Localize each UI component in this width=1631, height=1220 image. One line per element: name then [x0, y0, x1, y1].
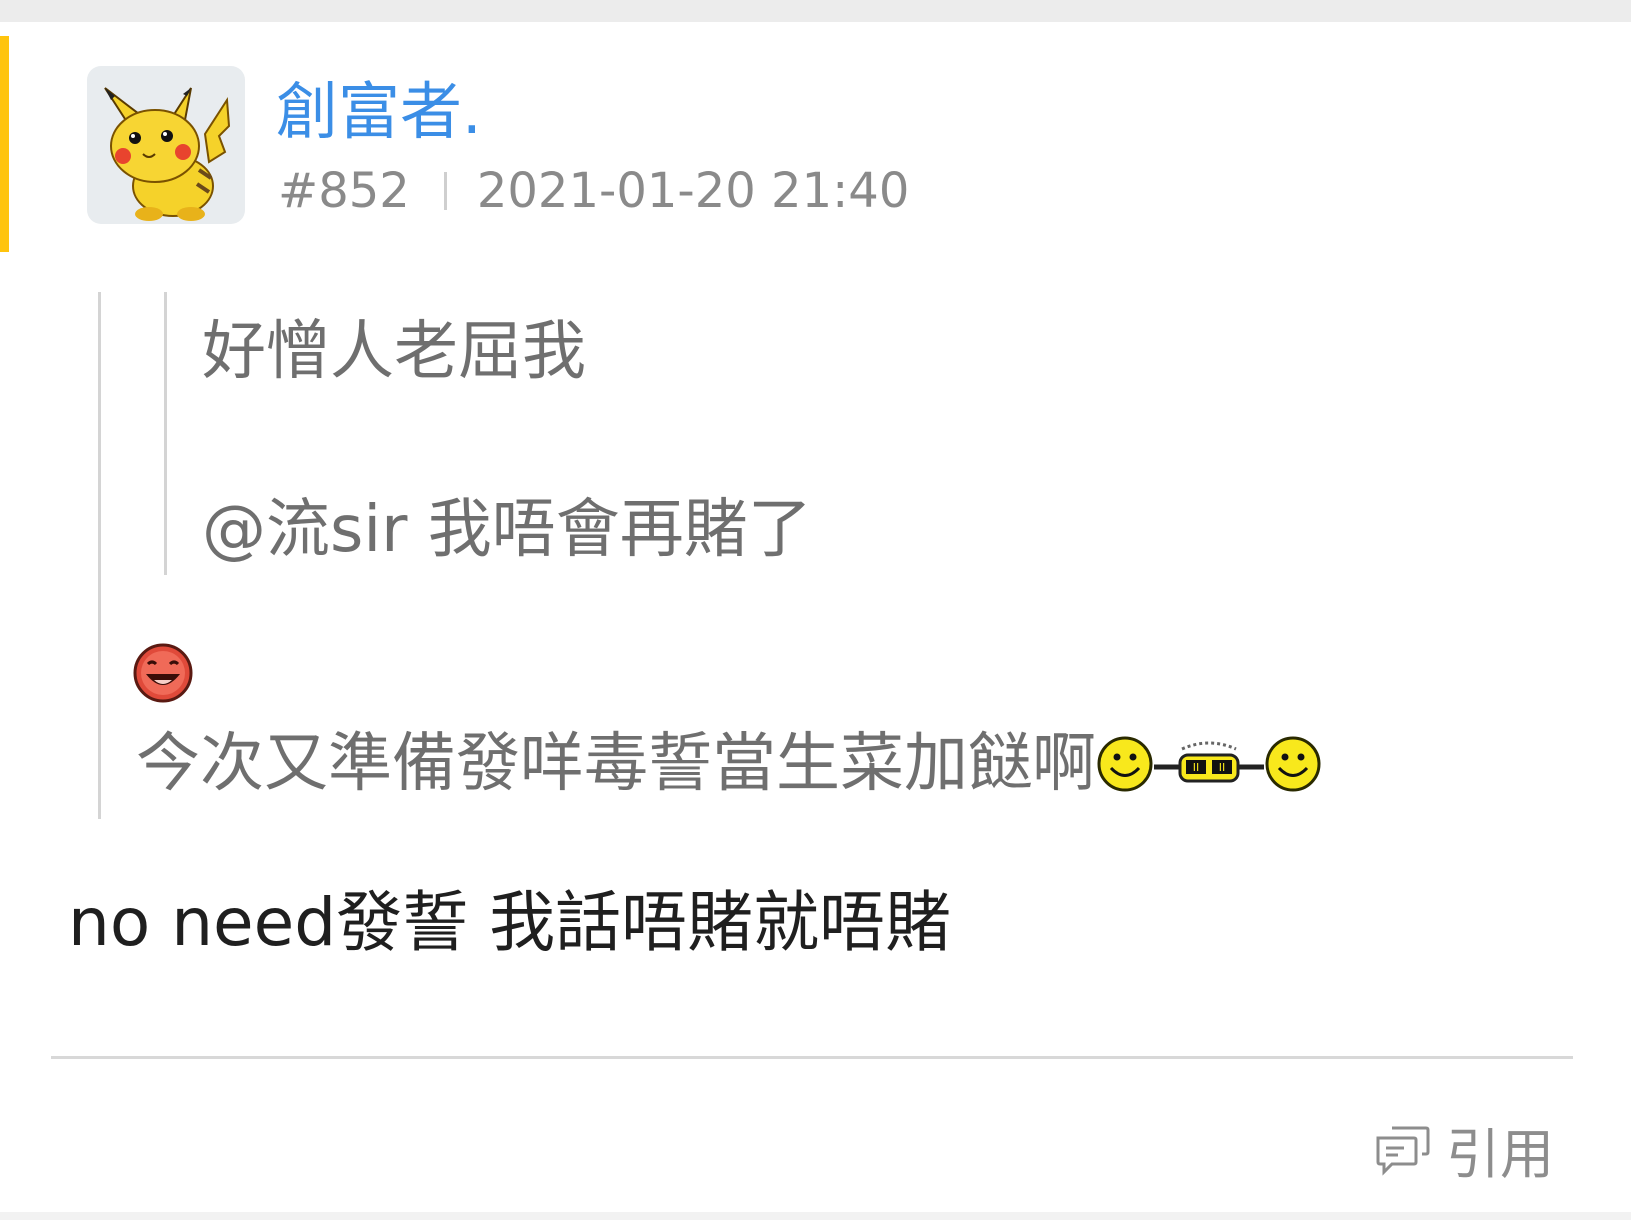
outer-quote-text: 今次又準備發咩毒誓當生菜加餸啊: [136, 727, 1096, 801]
svg-text:II: II: [1193, 761, 1200, 774]
post-card: 創富者. #852 2021-01-20 21:40 好憎人老屈我 @流sir …: [0, 22, 1631, 1212]
pikachu-avatar-icon: [104, 87, 231, 221]
post-number: #852: [278, 163, 410, 219]
nested-quote-line-2: @流sir 我唔會再賭了: [202, 493, 812, 567]
reply-text: no need發誓 我話唔賭就唔賭: [68, 884, 952, 961]
username[interactable]: 創富者.: [276, 72, 482, 152]
nested-quote-line-1: 好憎人老屈我: [202, 315, 586, 389]
quote-reply-button[interactable]: 引用: [1374, 1114, 1554, 1186]
smiley-face-emoji-icon: [1265, 736, 1321, 792]
post-meta: #852 2021-01-20 21:40: [278, 160, 909, 222]
meta-divider: [443, 172, 447, 210]
outer-quote-line: 今次又準備發咩毒誓當生菜加餸啊 II II: [136, 722, 1322, 806]
post-divider: [51, 1056, 1573, 1059]
bottom-separator: [0, 1212, 1631, 1220]
quote-inner-bar: [164, 292, 167, 575]
post-timestamp: 2021-01-20 21:40: [476, 163, 910, 219]
post-accent-bar: [0, 36, 9, 252]
svg-text:II: II: [1219, 761, 1226, 774]
chat-bubbles-icon: [1376, 1126, 1430, 1176]
quote-outer-bar: [98, 292, 101, 819]
sunglasses-emoji-icon: II II: [1154, 741, 1264, 783]
laughing-face-emoji-icon: [133, 643, 193, 703]
top-separator: [0, 0, 1631, 22]
user-avatar[interactable]: [87, 66, 245, 224]
quote-button-label: 引用: [1446, 1122, 1554, 1186]
smiley-face-emoji-icon: [1097, 736, 1153, 792]
